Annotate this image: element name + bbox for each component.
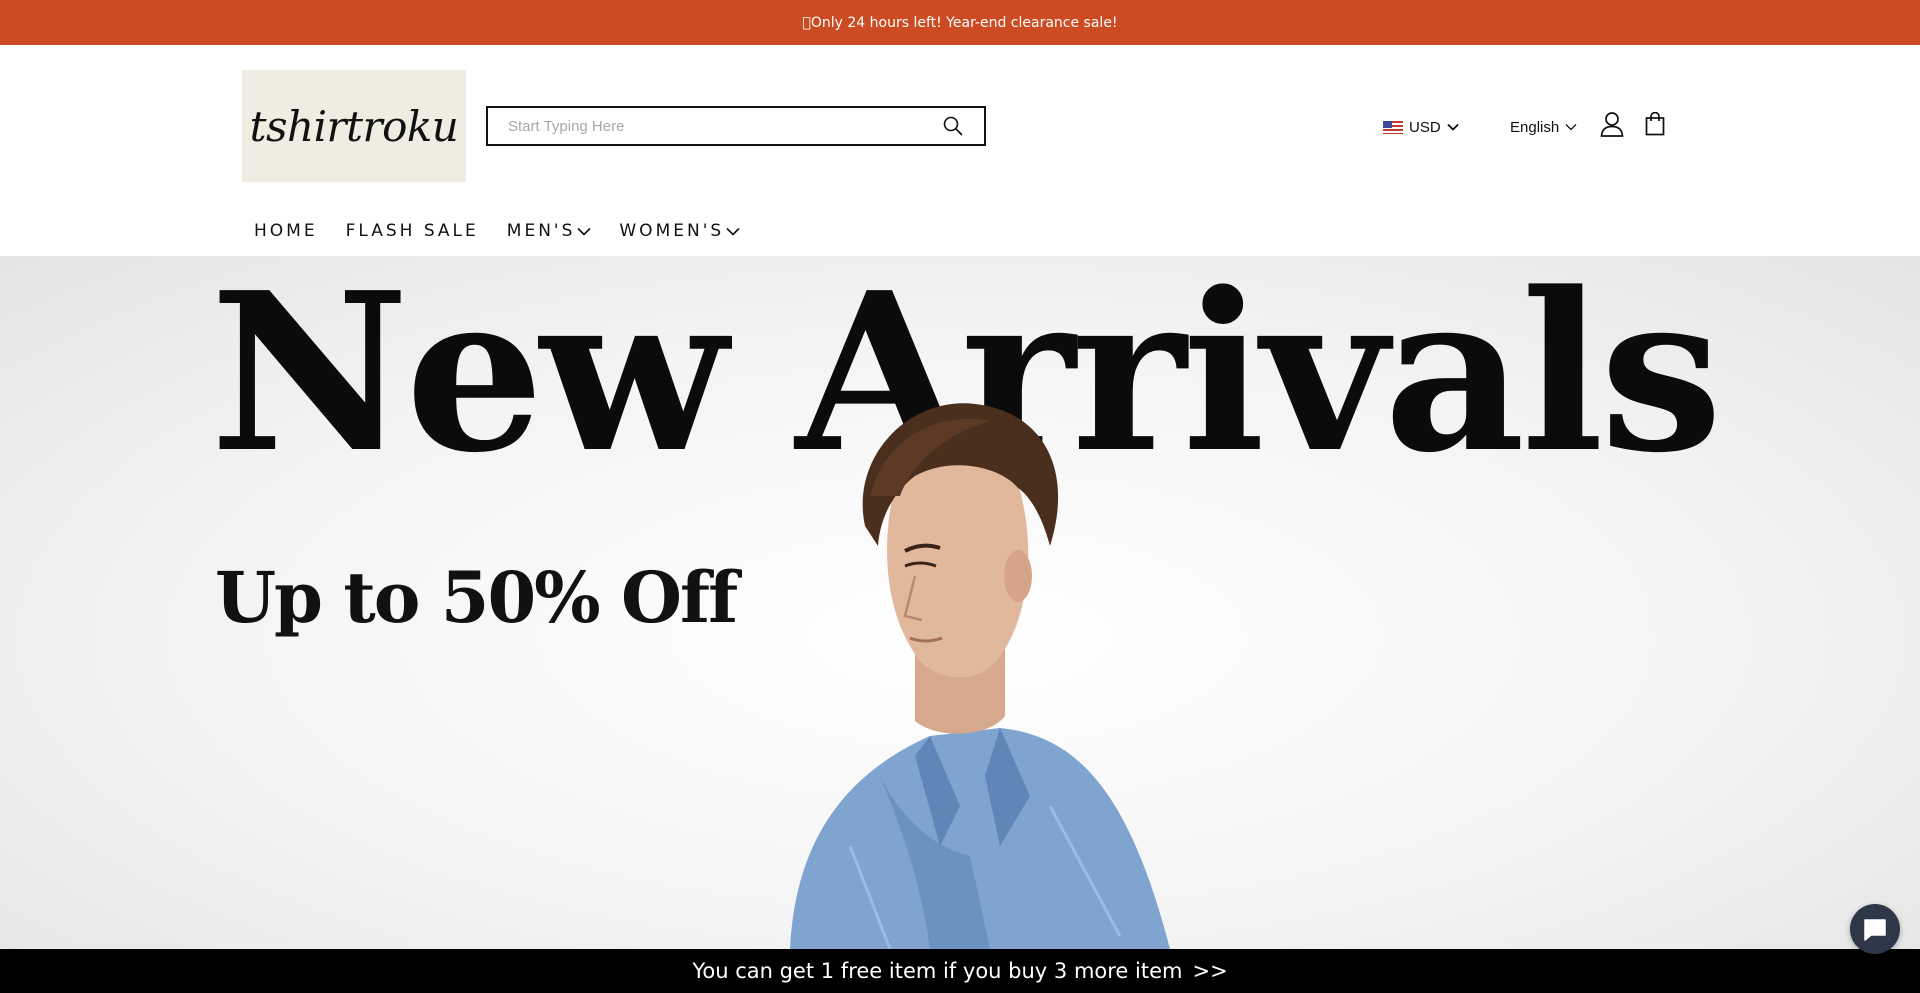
- language-label: English: [1510, 118, 1560, 136]
- logo-text: tshirtroku: [249, 101, 459, 151]
- chevron-down-icon: [726, 227, 740, 236]
- nav-item-mens[interactable]: MEN'S: [507, 221, 592, 241]
- search-bar: [486, 106, 986, 146]
- chat-button[interactable]: [1850, 904, 1900, 954]
- site-header: tshirtroku USD English HOME: [0, 45, 1920, 256]
- nav-item-label: FLASH SALE: [345, 221, 479, 241]
- announcement-text: 􏿽Only 24 hours left! Year-end clearance …: [802, 14, 1118, 31]
- promo-arrow: >>: [1192, 959, 1228, 983]
- promo-text: You can get 1 free item if you buy 3 mor…: [692, 959, 1183, 983]
- chevron-down-icon: [577, 227, 591, 236]
- currency-selector[interactable]: USD: [1383, 115, 1459, 139]
- nav-item-label: MEN'S: [506, 221, 576, 241]
- main-nav: HOME FLASH SALE MEN'S WOMEN'S: [254, 221, 740, 241]
- chevron-down-icon: [1565, 124, 1577, 131]
- hero-subtitle: Up to 50% Off: [215, 556, 738, 639]
- nav-item-label: WOMEN'S: [619, 221, 725, 241]
- chat-bubble-icon: [1864, 919, 1886, 941]
- language-selector[interactable]: English: [1510, 115, 1577, 139]
- user-icon[interactable]: [1600, 111, 1624, 137]
- nav-item-womens[interactable]: WOMEN'S: [619, 221, 740, 241]
- hero-model-image: [790, 403, 1170, 949]
- free-item-promo-bar[interactable]: You can get 1 free item if you buy 3 mor…: [0, 949, 1920, 993]
- search-icon[interactable]: [942, 115, 964, 137]
- us-flag-icon: [1383, 120, 1403, 134]
- nav-item-flash-sale[interactable]: FLASH SALE: [346, 221, 479, 241]
- chevron-down-icon: [1447, 123, 1459, 131]
- announcement-bar: 􏿽Only 24 hours left! Year-end clearance …: [0, 0, 1920, 45]
- search-input[interactable]: [508, 117, 942, 135]
- nav-item-label: HOME: [254, 221, 318, 241]
- logo[interactable]: tshirtroku: [242, 70, 466, 182]
- currency-label: USD: [1409, 118, 1441, 136]
- shopping-bag-icon[interactable]: [1645, 112, 1665, 136]
- hero-banner[interactable]: New Arrivals Up to 50% Off: [0, 256, 1920, 949]
- nav-item-home[interactable]: HOME: [254, 221, 318, 241]
